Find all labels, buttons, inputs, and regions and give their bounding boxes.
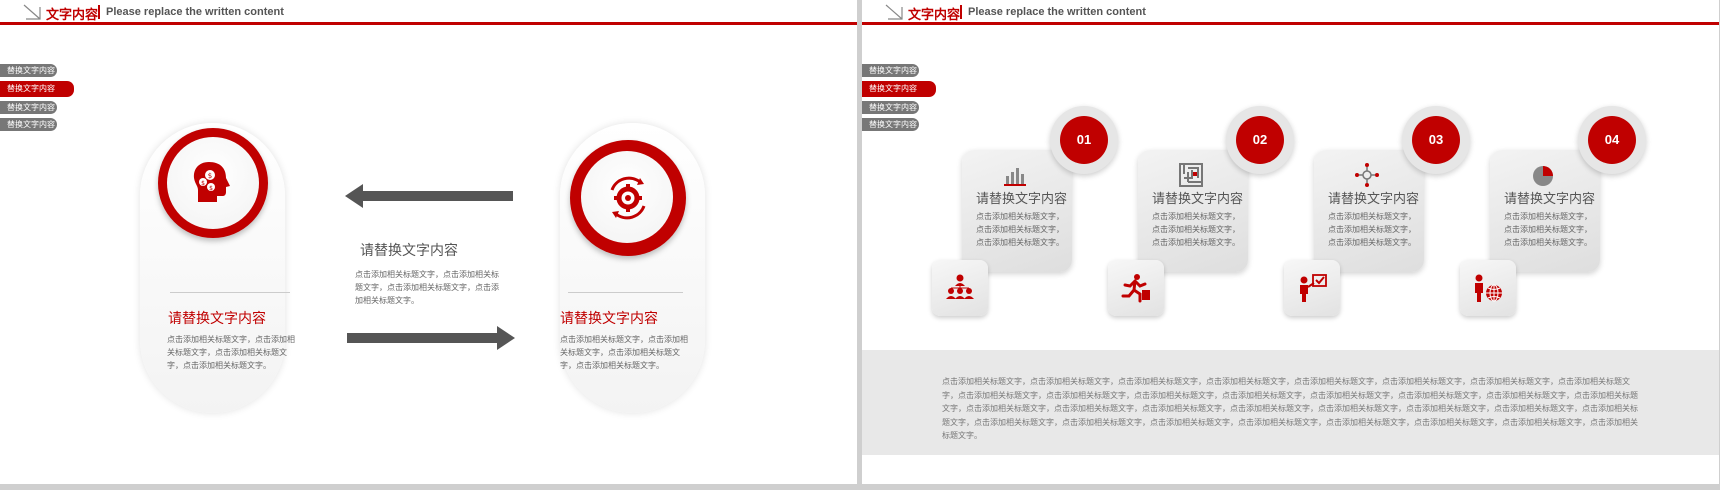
maze-icon <box>1179 163 1203 187</box>
header-subtitle: Please replace the written content <box>968 6 1146 18</box>
slide-header: 文字内容 Please replace the written content <box>862 0 1719 26</box>
summary-text: 点击添加相关标题文字，点击添加相关标题文字，点击添加相关标题文字，点击添加相关标… <box>942 377 1638 440</box>
pie-chart-icon <box>1533 166 1553 186</box>
arrow-left-icon <box>345 184 513 208</box>
globe-person-icon <box>1475 274 1502 302</box>
bar-chart-icon <box>1004 168 1026 186</box>
tab-item-active[interactable]: 替换文字内容 <box>0 81 74 97</box>
svg-text:$: $ <box>209 185 213 192</box>
left-item-heading: 请替换文字内容 <box>168 311 266 327</box>
step-sub-icon-tile-4 <box>1460 260 1516 316</box>
step-sub-icon-tile-2 <box>1108 260 1164 316</box>
header-rule <box>862 22 1719 25</box>
running-man-icon <box>1121 274 1150 303</box>
team-hierarchy-icon <box>946 274 974 299</box>
step-number-badge-2: 02 <box>1226 106 1294 174</box>
tab-item[interactable]: 替换文字内容 <box>0 118 57 131</box>
summary-band: 点击添加相关标题文字，点击添加相关标题文字，点击添加相关标题文字，点击添加相关标… <box>862 350 1719 455</box>
header-separator <box>960 5 962 19</box>
header-separator <box>98 5 100 19</box>
section-tabs: 替换文字内容 替换文字内容 替换文字内容 替换文字内容 <box>862 64 936 135</box>
tab-item[interactable]: 替换文字内容 <box>862 101 919 114</box>
gear-cycle-icon <box>610 176 646 220</box>
step-card-4: 请替换文字内容 点击添加相关标题文字，点击添加相关标题文字，点击添加相关标题文字… <box>1490 150 1600 272</box>
step-number-badge-1: 01 <box>1050 106 1118 174</box>
step-card-1: 请替换文字内容 点击添加相关标题文字，点击添加相关标题文字，点击添加相关标题文字… <box>962 150 1072 272</box>
slide-left: 文字内容 Please replace the written content … <box>0 0 857 484</box>
presenter-check-icon <box>1300 274 1327 302</box>
svg-text:$: $ <box>208 172 212 180</box>
step-body: 点击添加相关标题文字，点击添加相关标题文字，点击添加相关标题文字。 <box>976 212 1064 247</box>
step-heading: 请替换文字内容 <box>1152 192 1244 207</box>
step-heading: 请替换文字内容 <box>976 192 1068 207</box>
step-number: 03 <box>1412 116 1460 164</box>
step-number-badge-4: 04 <box>1578 106 1646 174</box>
step-body: 点击添加相关标题文字，点击添加相关标题文字，点击添加相关标题文字。 <box>1328 212 1416 247</box>
svg-text:$: $ <box>201 180 205 187</box>
header-rule <box>0 22 857 25</box>
step-heading: 请替换文字内容 <box>1504 192 1596 207</box>
right-divider <box>568 292 683 293</box>
slide-header: 文字内容 Please replace the written content <box>0 0 857 26</box>
tab-item[interactable]: 替换文字内容 <box>862 64 919 77</box>
header-subtitle: Please replace the written content <box>106 6 284 18</box>
corner-mark-icon <box>885 4 903 20</box>
right-item-heading: 请替换文字内容 <box>560 311 658 327</box>
step-sub-icon-tile-1 <box>932 260 988 316</box>
right-icon-ring <box>570 140 686 256</box>
center-heading: 请替换文字内容 <box>360 243 458 259</box>
head-dollar-icon: $ $ $ <box>193 162 230 202</box>
step-card-3: 请替换文字内容 点击添加相关标题文字，点击添加相关标题文字，点击添加相关标题文字… <box>1314 150 1424 272</box>
tab-item[interactable]: 替换文字内容 <box>0 101 57 114</box>
header-title: 文字内容 <box>46 8 99 23</box>
step-number: 02 <box>1236 116 1284 164</box>
step-card-2: 请替换文字内容 点击添加相关标题文字，点击添加相关标题文字，点击添加相关标题文字… <box>1138 150 1248 272</box>
network-nodes-icon <box>1355 163 1379 187</box>
right-item-body: 点击添加相关标题文字，点击添加相关标题文字，点击添加相关标题文字，点击添加相关标… <box>560 335 688 370</box>
section-tabs: 替换文字内容 替换文字内容 替换文字内容 替换文字内容 <box>0 64 74 135</box>
header-title: 文字内容 <box>908 8 961 23</box>
left-icon-ring: $ $ $ <box>158 128 268 238</box>
center-body: 点击添加相关标题文字，点击添加相关标题文字，点击添加相关标题文字，点击添加相关标… <box>355 270 499 305</box>
tab-item-active[interactable]: 替换文字内容 <box>862 81 936 97</box>
tab-item[interactable]: 替换文字内容 <box>0 64 57 77</box>
step-number: 01 <box>1060 116 1108 164</box>
tab-item[interactable]: 替换文字内容 <box>862 118 919 131</box>
step-number: 04 <box>1588 116 1636 164</box>
arrow-right-icon <box>347 326 515 350</box>
step-number-badge-3: 03 <box>1402 106 1470 174</box>
left-divider <box>170 292 290 293</box>
step-body: 点击添加相关标题文字，点击添加相关标题文字，点击添加相关标题文字。 <box>1504 212 1592 247</box>
corner-mark-icon <box>23 4 41 20</box>
slide-right: 文字内容 Please replace the written content … <box>862 0 1719 484</box>
step-body: 点击添加相关标题文字，点击添加相关标题文字，点击添加相关标题文字。 <box>1152 212 1240 247</box>
step-heading: 请替换文字内容 <box>1328 192 1420 207</box>
step-sub-icon-tile-3 <box>1284 260 1340 316</box>
left-item-body: 点击添加相关标题文字，点击添加相关标题文字，点击添加相关标题文字，点击添加相关标… <box>167 335 295 370</box>
